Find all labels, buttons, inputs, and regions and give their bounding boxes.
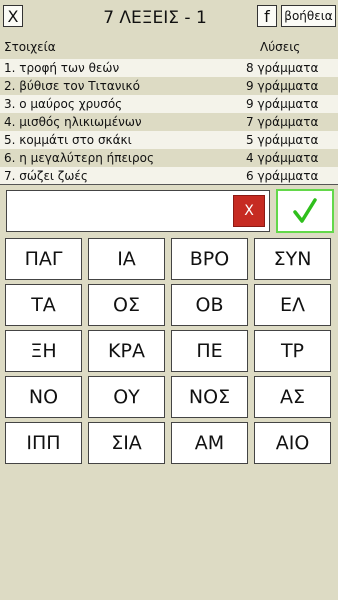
syllable-tile[interactable]: ΝΟΣ <box>171 376 248 418</box>
clue-row[interactable]: 4. μισθός ηλικιωμένων 7 γράμματα <box>0 113 338 131</box>
clear-answer-button[interactable]: X <box>233 195 265 227</box>
syllable-tile[interactable]: ΤΑ <box>5 284 82 326</box>
clue-letter-count: 4 γράμματα <box>246 151 319 165</box>
syllable-tile[interactable]: ΑΙΟ <box>254 422 331 464</box>
clue-row[interactable]: 7. σώζει ζωές 6 γράμματα <box>0 167 338 185</box>
syllable-tile[interactable]: ΑΜ <box>171 422 248 464</box>
syllable-tile[interactable]: ΒΡΟ <box>171 238 248 280</box>
syllable-tile[interactable]: ΠΑΓ <box>5 238 82 280</box>
syllable-tile[interactable]: ΑΣ <box>254 376 331 418</box>
syllable-tile[interactable]: ΙΑ <box>88 238 165 280</box>
syllable-tile[interactable]: ΟΣ <box>88 284 165 326</box>
syllable-tile[interactable]: ΤΡ <box>254 330 331 372</box>
clue-text: 2. βύθισε τον Τιτανικό <box>4 79 140 93</box>
facebook-button[interactable]: f <box>257 5 277 27</box>
clue-row[interactable]: 3. ο μαύρος χρυσός 9 γράμματα <box>0 95 338 113</box>
submit-button[interactable] <box>276 189 334 233</box>
divider <box>0 184 338 185</box>
clue-letter-count: 6 γράμματα <box>246 169 319 183</box>
clue-text: 3. ο μαύρος χρυσός <box>4 97 123 111</box>
solutions-header: Λύσεις <box>260 40 301 54</box>
clue-list: 1. τροφή των θεών 8 γράμματα 2. βύθισε τ… <box>0 59 338 185</box>
answer-field[interactable] <box>6 190 270 232</box>
column-headers: Στοιχεία Λύσεις <box>0 38 338 58</box>
syllable-tile[interactable]: ΟΒ <box>171 284 248 326</box>
clue-letter-count: 8 γράμματα <box>246 61 319 75</box>
close-button[interactable]: X <box>3 5 23 27</box>
syllable-tile[interactable]: ΝΟ <box>5 376 82 418</box>
clue-row[interactable]: 6. η μεγαλύτερη ήπειρος 4 γράμματα <box>0 149 338 167</box>
clue-letter-count: 7 γράμματα <box>246 115 319 129</box>
clue-row[interactable]: 1. τροφή των θεών 8 γράμματα <box>0 59 338 77</box>
syllable-tile[interactable]: ΣΙΑ <box>88 422 165 464</box>
help-button[interactable]: βοήθεια <box>281 5 336 27</box>
clue-row[interactable]: 2. βύθισε τον Τιτανικό 9 γράμματα <box>0 77 338 95</box>
clue-letter-count: 5 γράμματα <box>246 133 319 147</box>
clue-text: 1. τροφή των θεών <box>4 61 120 75</box>
page-title: 7 ΛΕΞΕΙΣ - 1 <box>103 8 207 28</box>
clue-text: 7. σώζει ζωές <box>4 169 88 183</box>
syllable-tile[interactable]: ΞΗ <box>5 330 82 372</box>
clue-text: 4. μισθός ηλικιωμένων <box>4 115 142 129</box>
syllable-grid: ΠΑΓ ΙΑ ΒΡΟ ΣΥΝ ΤΑ ΟΣ ΟΒ ΕΛ ΞΗ ΚΡΑ ΠΕ ΤΡ … <box>5 238 335 468</box>
clue-text: 5. κομμάτι στο σκάκι <box>4 133 132 147</box>
syllable-tile[interactable]: ΟΥ <box>88 376 165 418</box>
clues-header: Στοιχεία <box>4 40 56 54</box>
check-icon <box>293 198 317 223</box>
clue-letter-count: 9 γράμματα <box>246 79 319 93</box>
syllable-tile[interactable]: ΣΥΝ <box>254 238 331 280</box>
clue-row[interactable]: 5. κομμάτι στο σκάκι 5 γράμματα <box>0 131 338 149</box>
clue-letter-count: 9 γράμματα <box>246 97 319 111</box>
syllable-tile[interactable]: ΚΡΑ <box>88 330 165 372</box>
syllable-tile[interactable]: ΕΛ <box>254 284 331 326</box>
clue-text: 6. η μεγαλύτερη ήπειρος <box>4 151 154 165</box>
top-bar: X 7 ΛΕΞΕΙΣ - 1 f βοήθεια <box>0 0 338 38</box>
syllable-tile[interactable]: ΙΠΠ <box>5 422 82 464</box>
syllable-tile[interactable]: ΠΕ <box>171 330 248 372</box>
